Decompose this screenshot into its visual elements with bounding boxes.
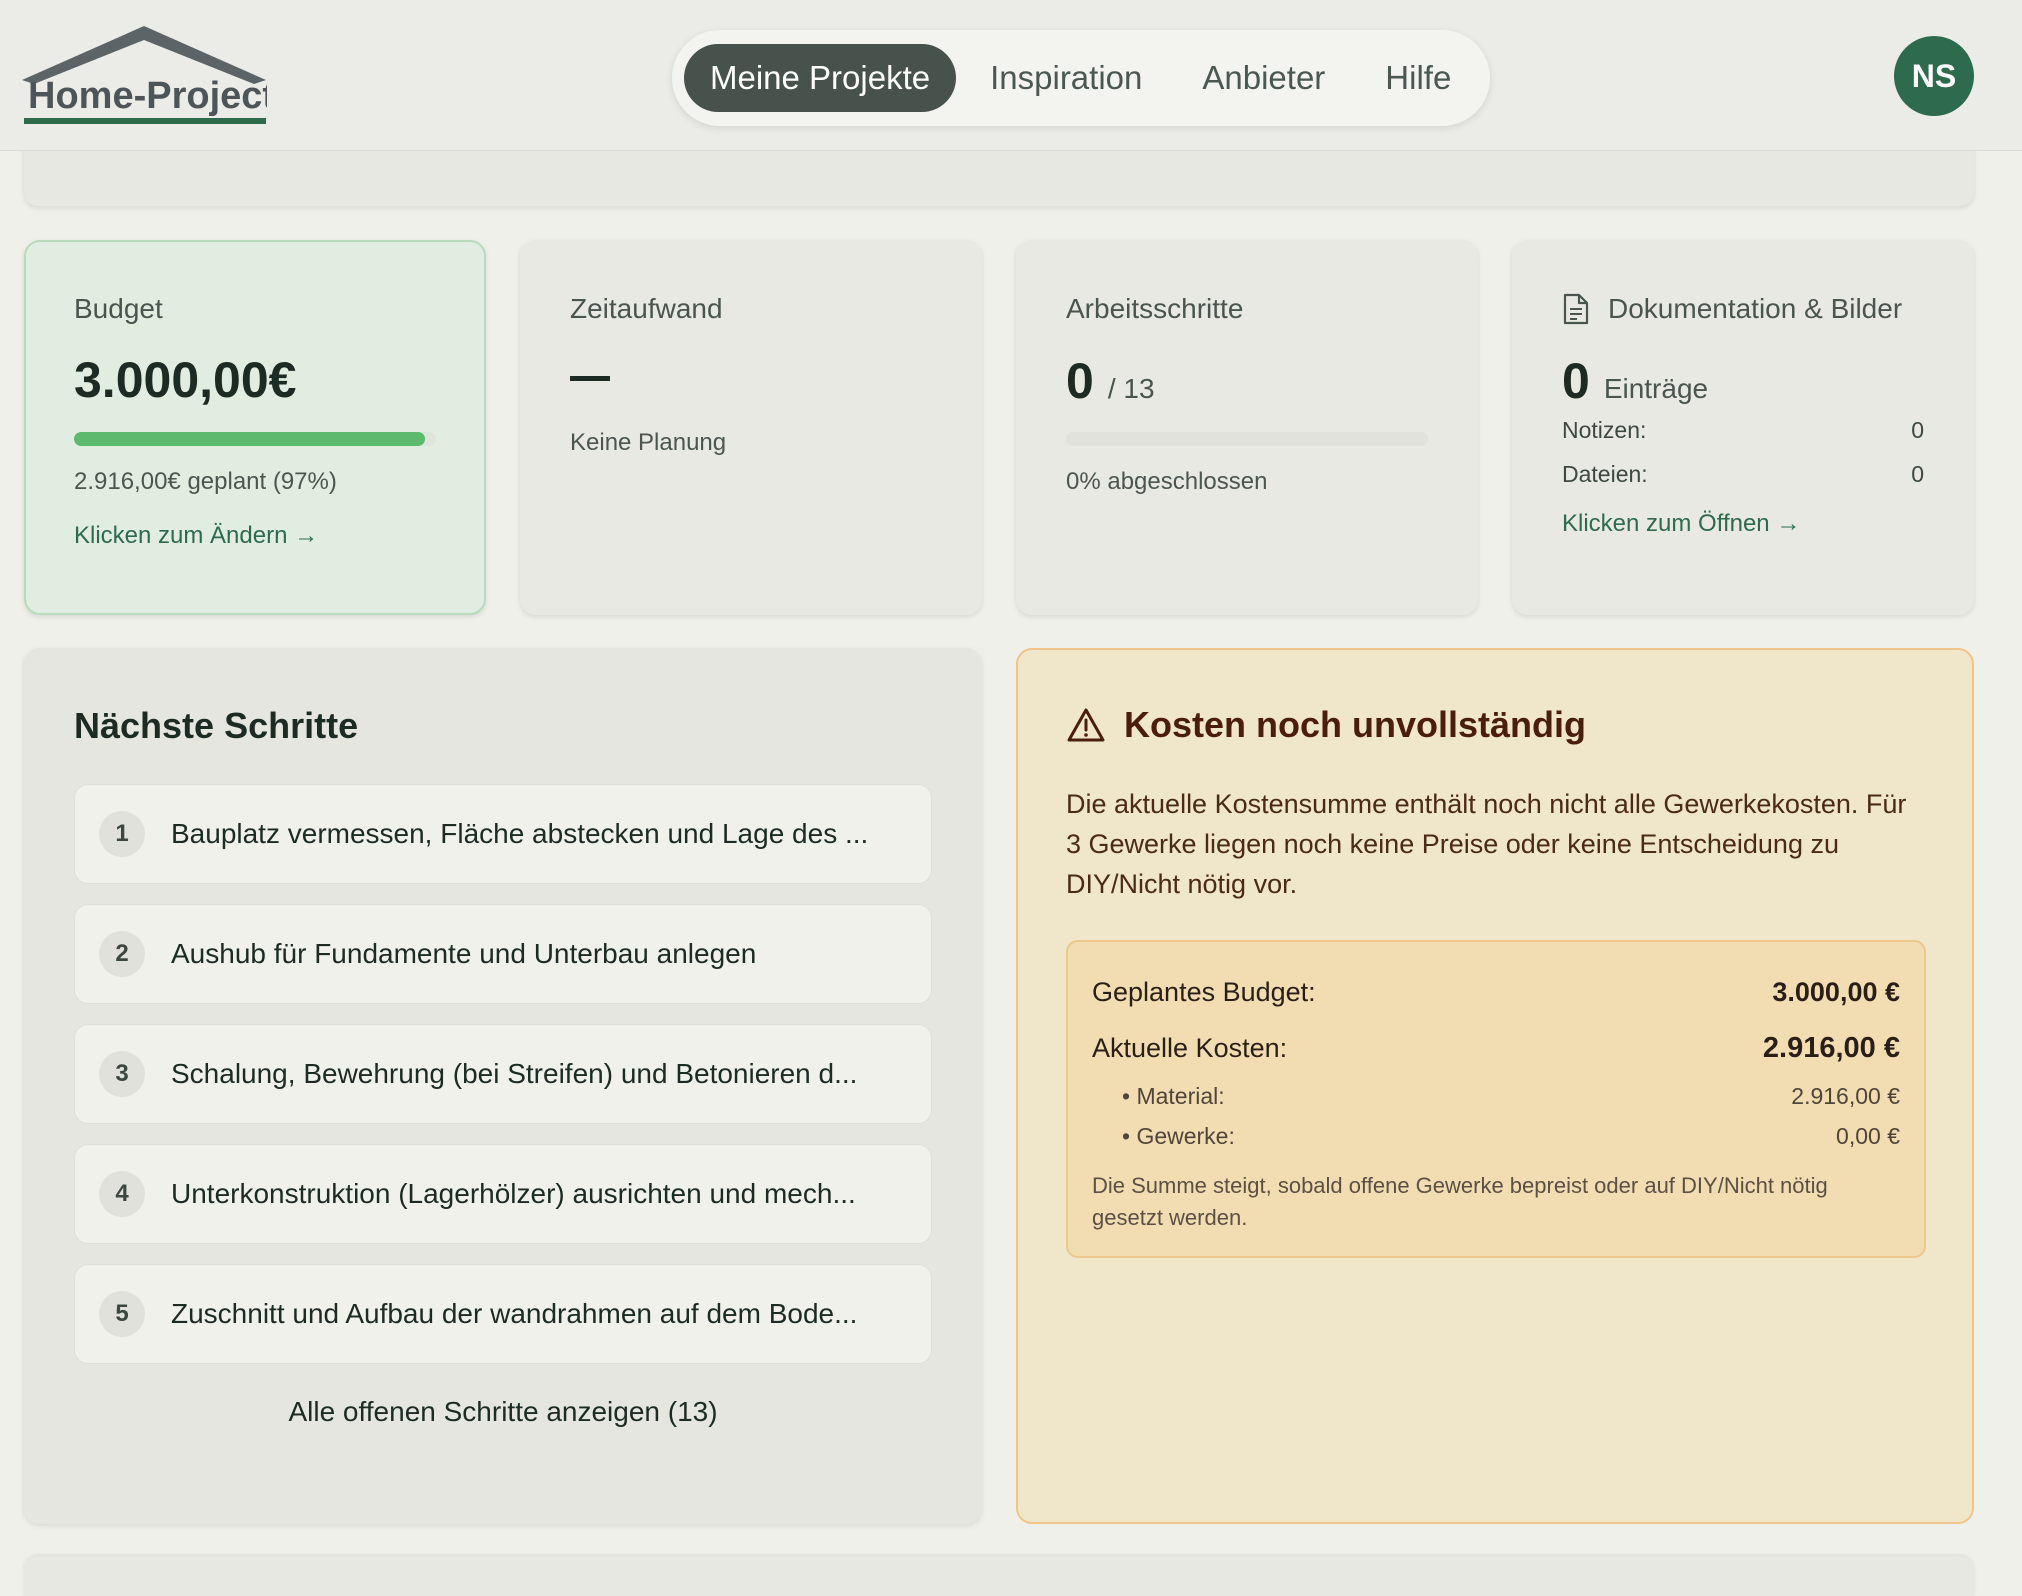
- docs-files-label: Dateien:: [1562, 461, 1648, 487]
- planned-budget-label: Geplantes Budget:: [1092, 977, 1316, 1007]
- material-value: 2.916,00 €: [1791, 1083, 1900, 1109]
- next-section-card: [24, 1556, 1974, 1596]
- docs-notes-row: Notizen: 0: [1562, 408, 1924, 452]
- budget-progress-bar: [74, 432, 436, 446]
- material-label: • Material:: [1122, 1083, 1225, 1109]
- home-projects-logo[interactable]: Home-Projects: [22, 22, 267, 130]
- warning-title: Kosten noch unvollständig: [1124, 704, 1587, 745]
- docs-notes-label: Notizen:: [1562, 417, 1647, 443]
- step-number: 3: [99, 1051, 145, 1097]
- budget-value: 3.000,00€: [74, 352, 297, 408]
- step-text: Unterkonstruktion (Lagerhölzer) ausricht…: [171, 1178, 856, 1209]
- docs-card[interactable]: Dokumentation & Bilder 0 Einträge Notize…: [1512, 240, 1974, 615]
- steps-total-value: / 13: [1107, 373, 1155, 404]
- docs-files-value: 0: [1911, 461, 1924, 487]
- docs-count-label: Einträge: [1603, 373, 1709, 404]
- step-item[interactable]: 5 Zuschnitt und Aufbau der wandrahmen au…: [74, 1264, 932, 1364]
- docs-files-row: Dateien: 0: [1562, 452, 1924, 496]
- warning-icon: [1067, 708, 1105, 742]
- budget-change-link[interactable]: Klicken zum Ändern →: [74, 522, 436, 550]
- time-sub: Keine Planung: [570, 429, 727, 456]
- step-text: Schalung, Bewehrung (bei Streifen) und B…: [171, 1058, 858, 1089]
- budget-label: Budget: [74, 293, 163, 324]
- planned-budget-value: 3.000,00 €: [1772, 977, 1900, 1007]
- steps-stat-card[interactable]: Arbeitsschritte 0 / 13 0% abgeschlossen: [1016, 240, 1478, 615]
- step-text: Bauplatz vermessen, Fläche abstecken und…: [171, 818, 869, 849]
- next-steps-list: 1 Bauplatz vermessen, Fläche abstecken u…: [74, 784, 932, 1364]
- step-text: Aushub für Fundamente und Unterbau anleg…: [171, 938, 757, 969]
- user-avatar[interactable]: NS: [1894, 36, 1974, 116]
- step-number: 2: [99, 931, 145, 977]
- step-number: 5: [99, 1291, 145, 1337]
- warning-text: Die aktuelle Kostensumme enthält noch ni…: [1066, 789, 1907, 899]
- time-label: Zeitaufwand: [570, 293, 723, 324]
- step-item[interactable]: 2 Aushub für Fundamente und Unterbau anl…: [74, 904, 932, 1004]
- current-cost-value: 2.916,00 €: [1762, 1032, 1900, 1064]
- document-icon: [1563, 293, 1589, 325]
- budget-card[interactable]: Budget 3.000,00€ 2.916,00€ geplant (97%)…: [24, 240, 486, 615]
- main-nav: Meine Projekte Inspiration Anbieter Hilf…: [672, 30, 1490, 126]
- nav-hilfe[interactable]: Hilfe: [1359, 44, 1477, 112]
- steps-stat-sub: 0% abgeschlossen: [1066, 468, 1268, 495]
- docs-label: Dokumentation & Bilder: [1608, 293, 1903, 324]
- cost-summary-box: Geplantes Budget: 3.000,00 € Aktuelle Ko…: [1066, 940, 1926, 1258]
- time-card[interactable]: Zeitaufwand Keine Planung: [520, 240, 982, 615]
- show-all-steps-button[interactable]: Alle offenen Schritte anzeigen (13): [74, 1396, 932, 1428]
- nav-inspiration[interactable]: Inspiration: [964, 44, 1168, 112]
- step-item[interactable]: 1 Bauplatz vermessen, Fläche abstecken u…: [74, 784, 932, 884]
- budget-progress-fill: [74, 432, 426, 446]
- top-header: Home-Projects Meine Projekte Inspiration…: [0, 0, 2022, 151]
- steps-stat-count: 0 / 13: [1066, 352, 1428, 409]
- logo-text: Home-Projects: [28, 75, 267, 117]
- docs-notes-value: 0: [1911, 417, 1924, 443]
- trades-label: • Gewerke:: [1122, 1123, 1235, 1149]
- next-steps-panel: Nächste Schritte 1 Bauplatz vermessen, F…: [24, 648, 982, 1524]
- nav-anbieter[interactable]: Anbieter: [1176, 44, 1351, 112]
- planned-budget-row: Geplantes Budget: 3.000,00 €: [1092, 964, 1900, 1020]
- step-item[interactable]: 4 Unterkonstruktion (Lagerhölzer) ausric…: [74, 1144, 932, 1244]
- step-text: Zuschnitt und Aufbau der wandrahmen auf …: [171, 1298, 858, 1329]
- time-value-dash: [570, 376, 610, 381]
- step-number: 4: [99, 1171, 145, 1217]
- house-roof-logo-icon: Home-Projects: [22, 26, 267, 124]
- current-cost-row: Aktuelle Kosten: 2.916,00 €: [1092, 1020, 1900, 1076]
- steps-progress-bar: [1066, 432, 1428, 446]
- docs-open-link[interactable]: Klicken zum Öffnen →: [1562, 510, 1924, 538]
- next-steps-title: Nächste Schritte: [74, 705, 359, 746]
- steps-done-value: 0: [1066, 353, 1094, 409]
- material-cost-row: • Material: 2.916,00 €: [1092, 1076, 1900, 1116]
- steps-stat-label: Arbeitsschritte: [1066, 293, 1244, 324]
- current-cost-label: Aktuelle Kosten:: [1092, 1033, 1288, 1063]
- docs-count: 0: [1562, 353, 1590, 409]
- nav-meine-projekte[interactable]: Meine Projekte: [684, 44, 957, 112]
- step-item[interactable]: 3 Schalung, Bewehrung (bei Streifen) und…: [74, 1024, 932, 1124]
- budget-planned-text: 2.916,00€ geplant (97%): [74, 468, 337, 495]
- trades-cost-row: • Gewerke: 0,00 €: [1092, 1116, 1900, 1156]
- docs-count-line: 0 Einträge: [1562, 352, 1924, 409]
- cost-warning-panel: Kosten noch unvollständig Die aktuelle K…: [1016, 648, 1974, 1524]
- trades-value: 0,00 €: [1836, 1123, 1900, 1149]
- cost-note: Die Summe steigt, sobald offene Gewerke …: [1092, 1173, 1828, 1230]
- step-number: 1: [99, 811, 145, 857]
